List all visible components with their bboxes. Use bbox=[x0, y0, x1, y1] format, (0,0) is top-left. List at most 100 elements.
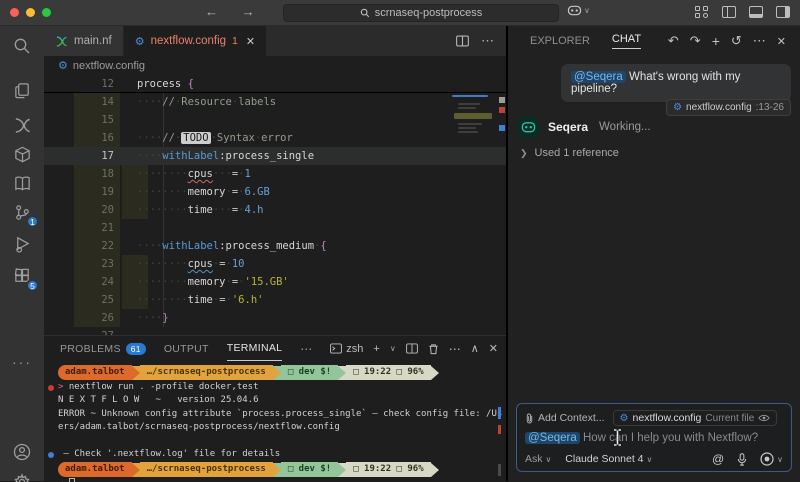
new-chat-icon[interactable]: + bbox=[712, 33, 720, 49]
microphone-icon[interactable] bbox=[737, 453, 747, 466]
mention-icon[interactable]: @ bbox=[712, 452, 724, 466]
activity-nextflow-button[interactable] bbox=[0, 111, 44, 139]
overview-ruler bbox=[499, 93, 505, 297]
activity-extensions-button[interactable]: 5 bbox=[0, 262, 44, 290]
file-reference-chip[interactable]: ⚙ nextflow.config:13-26 bbox=[666, 99, 791, 116]
line-number: 17 bbox=[44, 147, 114, 165]
activity-bar: 1 5 ··· 1 bbox=[0, 26, 44, 481]
command-center-search[interactable]: scrnaseq-postprocess bbox=[283, 4, 559, 22]
package-icon bbox=[13, 145, 32, 164]
add-context-button[interactable]: Add Context... bbox=[525, 412, 605, 424]
new-terminal-button[interactable]: + bbox=[373, 343, 379, 355]
activity-explorer-button[interactable] bbox=[0, 76, 44, 104]
overview-error-mark bbox=[499, 107, 505, 113]
activity-search-button[interactable] bbox=[0, 32, 44, 60]
assistant-menu-button[interactable]: ∨ bbox=[567, 4, 590, 17]
chevron-down-icon[interactable]: ∨ bbox=[390, 344, 396, 353]
reference-file: nextflow.config bbox=[686, 102, 752, 113]
used-references-toggle[interactable]: ❯ Used 1 reference bbox=[520, 147, 619, 159]
send-button[interactable]: ∨ bbox=[760, 452, 783, 466]
panel-more-icon[interactable]: ⋯ bbox=[300, 342, 312, 356]
tab-output[interactable]: OUTPUT bbox=[164, 343, 209, 355]
redo-icon[interactable]: ↷ bbox=[690, 33, 701, 49]
code-line-23[interactable]: 23········cpus·=·10 bbox=[44, 255, 506, 273]
send-icon bbox=[760, 452, 774, 466]
editor-more-actions-icon[interactable]: ⋯ bbox=[481, 33, 494, 49]
tab-terminal[interactable]: TERMINAL bbox=[227, 336, 283, 361]
chat-input-box[interactable]: Add Context... ⚙ nextflow.config Current… bbox=[516, 403, 792, 472]
terminal[interactable]: adam.talbot…/scrnaseq-postprocess□ dev $… bbox=[44, 361, 506, 482]
editor-group: main.nf ⚙ nextflow.config 1 ✕ ⋯ ⚙ nextfl… bbox=[44, 26, 507, 481]
line-number: 26 bbox=[44, 309, 114, 327]
code-line-24[interactable]: 24········memory·=·'15.GB' bbox=[44, 273, 506, 291]
code-line-18[interactable]: 18········cpus···=·1 bbox=[44, 165, 506, 183]
code-line-20[interactable]: 20········time···=·4.h bbox=[44, 201, 506, 219]
line-number: 15 bbox=[44, 111, 114, 129]
minimap-highlight bbox=[454, 113, 492, 119]
code-line-26[interactable]: 26····} bbox=[44, 309, 506, 327]
history-nav[interactable]: ← → bbox=[205, 4, 265, 19]
code-line-22[interactable]: 22····withLabel:process_medium·{ bbox=[44, 237, 506, 255]
tab-nextflow-config[interactable]: ⚙ nextflow.config 1 ✕ bbox=[124, 26, 266, 56]
tab-problems[interactable]: PROBLEMS61 bbox=[60, 343, 146, 355]
close-window-button[interactable] bbox=[10, 8, 19, 17]
command-decoration-error[interactable] bbox=[48, 385, 54, 391]
toggle-secondary-sidebar-button[interactable] bbox=[776, 6, 790, 18]
code-line-25[interactable]: 25········time·=·'6.h' bbox=[44, 291, 506, 309]
command-decoration-info[interactable] bbox=[48, 452, 54, 458]
code-line-17[interactable]: 17····withLabel:process_single bbox=[44, 147, 506, 165]
tab-main-nf[interactable]: main.nf bbox=[44, 26, 124, 56]
shell-label: zsh bbox=[346, 343, 363, 355]
close-chat-icon[interactable]: ✕ bbox=[777, 35, 786, 48]
assistant-status: Working... bbox=[599, 121, 651, 133]
tab-chat[interactable]: CHAT bbox=[612, 33, 641, 49]
chat-more-icon[interactable]: ⋯ bbox=[753, 33, 766, 49]
maximize-panel-icon[interactable]: ∧ bbox=[471, 342, 479, 355]
close-tab-icon[interactable]: ✕ bbox=[246, 35, 255, 48]
activity-run-debug-button[interactable] bbox=[0, 230, 44, 258]
panel-more-actions-icon[interactable]: ⋯ bbox=[449, 342, 461, 356]
code-line-19[interactable]: 19········memory·=·6.GB bbox=[44, 183, 506, 201]
activity-containers-button[interactable] bbox=[0, 140, 44, 168]
activity-source-control-button[interactable]: 1 bbox=[0, 198, 44, 226]
shell-picker[interactable]: zsh bbox=[330, 343, 363, 355]
code-editor[interactable]: 14····//·Resource·labels1516····//·TODO·… bbox=[44, 93, 506, 335]
terminal-line: N E X T F L O W ~ version 25.04.6 bbox=[58, 394, 506, 407]
code-line-27[interactable]: 27 bbox=[44, 327, 506, 335]
mode-picker[interactable]: Ask ∨ bbox=[525, 453, 551, 465]
minimap[interactable] bbox=[452, 93, 494, 217]
context-file-chip[interactable]: ⚙ nextflow.config Current file bbox=[613, 410, 778, 426]
split-editor-icon[interactable] bbox=[456, 35, 469, 47]
account-button[interactable] bbox=[0, 438, 44, 466]
sticky-scroll-line[interactable]: 12process { bbox=[44, 75, 506, 93]
terminal-line: ERROR ~ Unknown config attribute `proces… bbox=[58, 408, 506, 421]
model-picker[interactable]: Claude Sonnet 4 ∨ bbox=[565, 453, 652, 465]
toggle-sidebar-button[interactable] bbox=[722, 6, 736, 18]
terminal-line: ✗ bbox=[58, 478, 506, 482]
code-line-21[interactable]: 21 bbox=[44, 219, 506, 237]
eye-icon[interactable] bbox=[758, 414, 770, 422]
minimize-window-button[interactable] bbox=[26, 8, 35, 17]
toggle-panel-button[interactable] bbox=[749, 6, 763, 18]
maximize-window-button[interactable] bbox=[42, 8, 51, 17]
chat-input-field[interactable]: @Seqera How can I help you with Nextflow… bbox=[525, 432, 783, 444]
more-views-button[interactable]: ··· bbox=[0, 348, 44, 376]
settings-button[interactable]: 1 bbox=[0, 468, 44, 482]
code-line-12[interactable]: 12process { bbox=[44, 75, 506, 93]
history-icon[interactable]: ↺ bbox=[731, 33, 742, 49]
tab-explorer[interactable]: EXPLORER bbox=[530, 35, 590, 47]
close-panel-icon[interactable]: ✕ bbox=[489, 342, 498, 355]
terminal-prompt-line: adam.talbot…/scrnaseq-postprocess□ dev $… bbox=[58, 365, 506, 380]
activity-docs-button[interactable] bbox=[0, 169, 44, 197]
customize-layout-button[interactable] bbox=[695, 6, 709, 18]
line-number: 21 bbox=[44, 219, 114, 237]
code-line-14[interactable]: 14····//·Resource·labels bbox=[44, 93, 506, 111]
extensions-badge: 5 bbox=[26, 279, 39, 292]
undo-icon[interactable]: ↶ bbox=[668, 33, 679, 49]
search-value: scrnaseq-postprocess bbox=[375, 7, 483, 19]
code-line-15[interactable]: 15 bbox=[44, 111, 506, 129]
code-line-16[interactable]: 16····//·TODO·Syntax·error bbox=[44, 129, 506, 147]
split-terminal-icon[interactable] bbox=[406, 343, 418, 354]
breadcrumb[interactable]: ⚙ nextflow.config bbox=[44, 56, 506, 75]
trash-icon[interactable] bbox=[428, 343, 439, 355]
